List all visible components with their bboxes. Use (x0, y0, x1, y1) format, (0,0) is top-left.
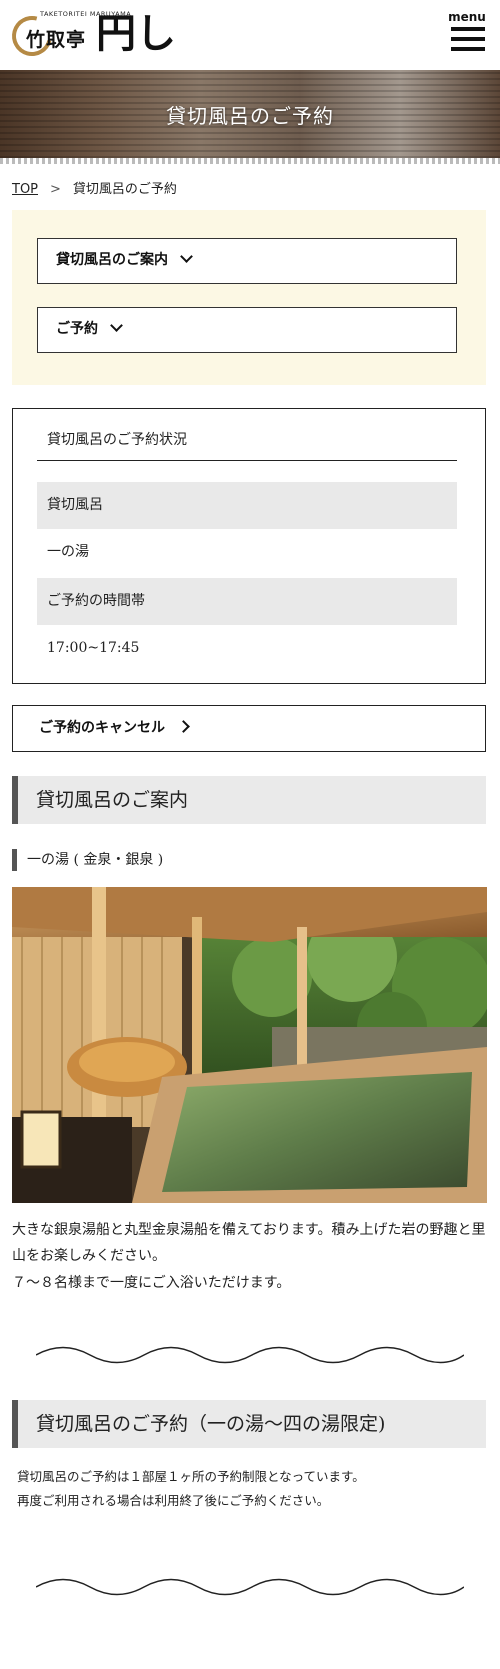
guide-dropdown-button[interactable]: 貸切風呂のご案内 (37, 238, 457, 284)
status-title: 貸切風呂のご予約状況 (47, 432, 187, 448)
breadcrumb-separator: > (50, 182, 61, 197)
hamburger-icon (451, 27, 485, 31)
wave-divider (36, 1578, 464, 1596)
site-logo[interactable]: TAKETORITEI MARUYAMA 竹取亭 円し (4, 8, 176, 64)
status-value-bath: 一の湯 (47, 544, 89, 560)
reserve-dropdown-button[interactable]: ご予約 (37, 307, 457, 353)
logo-text: 竹取亭 (26, 29, 87, 51)
bath-photo (12, 887, 487, 1203)
hero-banner: 貸切風呂のご予約 (0, 70, 500, 164)
hamburger-icon-bar (451, 47, 485, 51)
logo-brush-text: 円し (96, 10, 176, 57)
menu-label: menu (448, 10, 486, 24)
hamburger-icon-bar (451, 37, 485, 41)
chevron-down-icon (110, 319, 123, 332)
wave-divider (36, 1346, 464, 1364)
site-header: TAKETORITEI MARUYAMA 竹取亭 円し menu (0, 0, 500, 70)
breadcrumb-top-link[interactable]: TOP (12, 182, 38, 197)
guide-section-heading: 貸切風呂のご案内 (12, 776, 486, 824)
reserve-dropdown-label: ご予約 (56, 321, 98, 337)
chevron-down-icon (180, 250, 193, 263)
chevron-right-icon (177, 720, 190, 733)
status-label-bath: 貸切風呂 (37, 482, 457, 529)
menu-button[interactable]: menu (448, 10, 486, 56)
breadcrumb: TOP > 貸切風呂のご予約 (12, 178, 177, 197)
booking-section-heading: 貸切風呂のご予約（一の湯～四の湯限定) (12, 1400, 486, 1448)
page-nav: 貸切風呂のご案内 ご予約 (12, 210, 486, 385)
cancel-reservation-button[interactable]: ご予約のキャンセル (12, 705, 486, 752)
guide-dropdown-label: 貸切風呂のご案内 (56, 252, 168, 268)
cancel-label: ご予約のキャンセル (39, 720, 165, 736)
booking-note-1: 貸切風呂のご予約は１部屋１ヶ所の予約制限となっています。 (17, 1469, 365, 1484)
bath-photo-illustration (12, 887, 487, 1203)
bath-capacity: ７～８名様まで一度にご入浴いただけます。 (12, 1275, 291, 1291)
status-label-time: ご予約の時間帯 (37, 578, 457, 625)
bath-description: 大きな銀泉湯船と丸型金泉湯船を備えております。積み上げた岩の野趣と里山をお楽しみ… (12, 1222, 486, 1264)
status-value-time: 17:00~17:45 (47, 640, 140, 656)
bath-sub-heading: 一の湯 ( 金泉・銀泉 ) (12, 849, 163, 871)
booking-note-2: 再度ご利用される場合は利用終了後にご予約ください。 (17, 1493, 330, 1508)
divider (37, 460, 457, 461)
reservation-status: 貸切風呂のご予約状況 貸切風呂 一の湯 ご予約の時間帯 17:00~17:45 (12, 408, 486, 684)
page-title: 貸切風呂のご予約 (166, 104, 334, 128)
breadcrumb-current: 貸切風呂のご予約 (72, 182, 177, 197)
